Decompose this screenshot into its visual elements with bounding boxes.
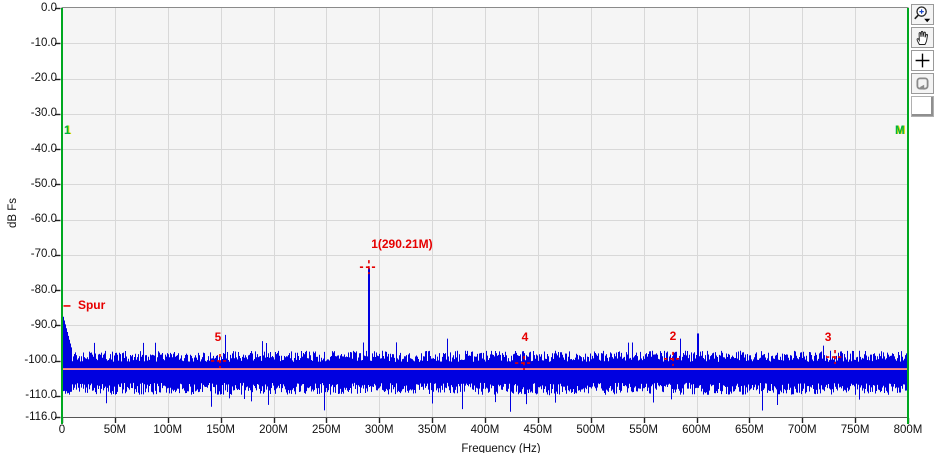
cursor-label-m5[interactable]: 5 (203, 330, 233, 344)
x-tick-label: 650M (734, 424, 764, 436)
zoom-tool-button[interactable] (911, 4, 934, 25)
cursor-label-m2[interactable]: 2 (658, 329, 688, 343)
x-axis-label: Frequency (Hz) (461, 443, 541, 453)
spectrum-plot-canvas[interactable] (0, 0, 937, 453)
x-tick-label: 450M (523, 424, 553, 436)
x-tick-label: 250M (311, 424, 341, 436)
cursor-label-spur[interactable]: Spur (78, 298, 105, 312)
y-tick-label: -80.0 (30, 283, 57, 296)
loop-square-icon (916, 77, 929, 90)
hand-icon (916, 30, 928, 45)
x-tick-label: 400M (470, 424, 500, 436)
x-tick-label: 750M (840, 424, 870, 436)
y-tick-label: -90.0 (30, 318, 57, 331)
y-tick-label: -50.0 (30, 177, 57, 190)
x-tick-label: 0 (58, 424, 66, 436)
y-tick-label: 0.0 (41, 1, 57, 14)
x-tick-label: 150M (206, 424, 236, 436)
y-tick-label: -40.0 (30, 142, 57, 155)
x-tick-label: 50M (103, 424, 127, 436)
y-tick-label: -100.0 (24, 354, 57, 367)
y-tick-label: -116.0 (25, 410, 57, 423)
x-tick-label: 550M (629, 424, 659, 436)
zoom-reset-tool-button[interactable] (911, 73, 934, 94)
cursor-tool-button[interactable] (911, 50, 934, 71)
cursor-label-m3[interactable]: 3 (813, 331, 843, 344)
plus-crosshair-icon (915, 53, 930, 68)
x-tick-label: 200M (259, 424, 288, 436)
cursor-label-m1[interactable]: 1(290.21M) (357, 238, 447, 251)
cursor-label-m4[interactable]: 4 (510, 331, 540, 344)
x-tick-label: 600M (682, 424, 711, 436)
graph-tool-palette (911, 4, 934, 117)
pan-tool-button[interactable] (911, 27, 934, 48)
x-tick-label: 300M (364, 424, 394, 436)
x-tick-label: 500M (576, 424, 606, 436)
y-tick-label: -70.0 (30, 248, 57, 261)
x-tick-label: 800M (893, 424, 923, 436)
cursor-label-1[interactable]: 1 (64, 125, 70, 137)
y-tick-label: -20.0 (30, 72, 57, 85)
x-tick-label: 100M (153, 424, 183, 436)
cursor-label-M[interactable]: M (895, 125, 905, 137)
spectrum-analyzer-panel: dB Fs Frequency (Hz) 0.0 -10.0 -20.0 -30.0-… (0, 0, 937, 453)
x-tick-label: 350M (417, 424, 447, 436)
blank-tool-button[interactable] (911, 96, 934, 117)
y-tick-label: -110.0 (25, 389, 57, 402)
y-tick-label: -30.0 (30, 107, 57, 120)
magnifier-plus-icon (914, 6, 931, 23)
y-tick-label: -60.0 (30, 213, 57, 226)
y-tick-label: -10.0 (30, 36, 57, 49)
x-tick-label: 700M (787, 424, 817, 436)
